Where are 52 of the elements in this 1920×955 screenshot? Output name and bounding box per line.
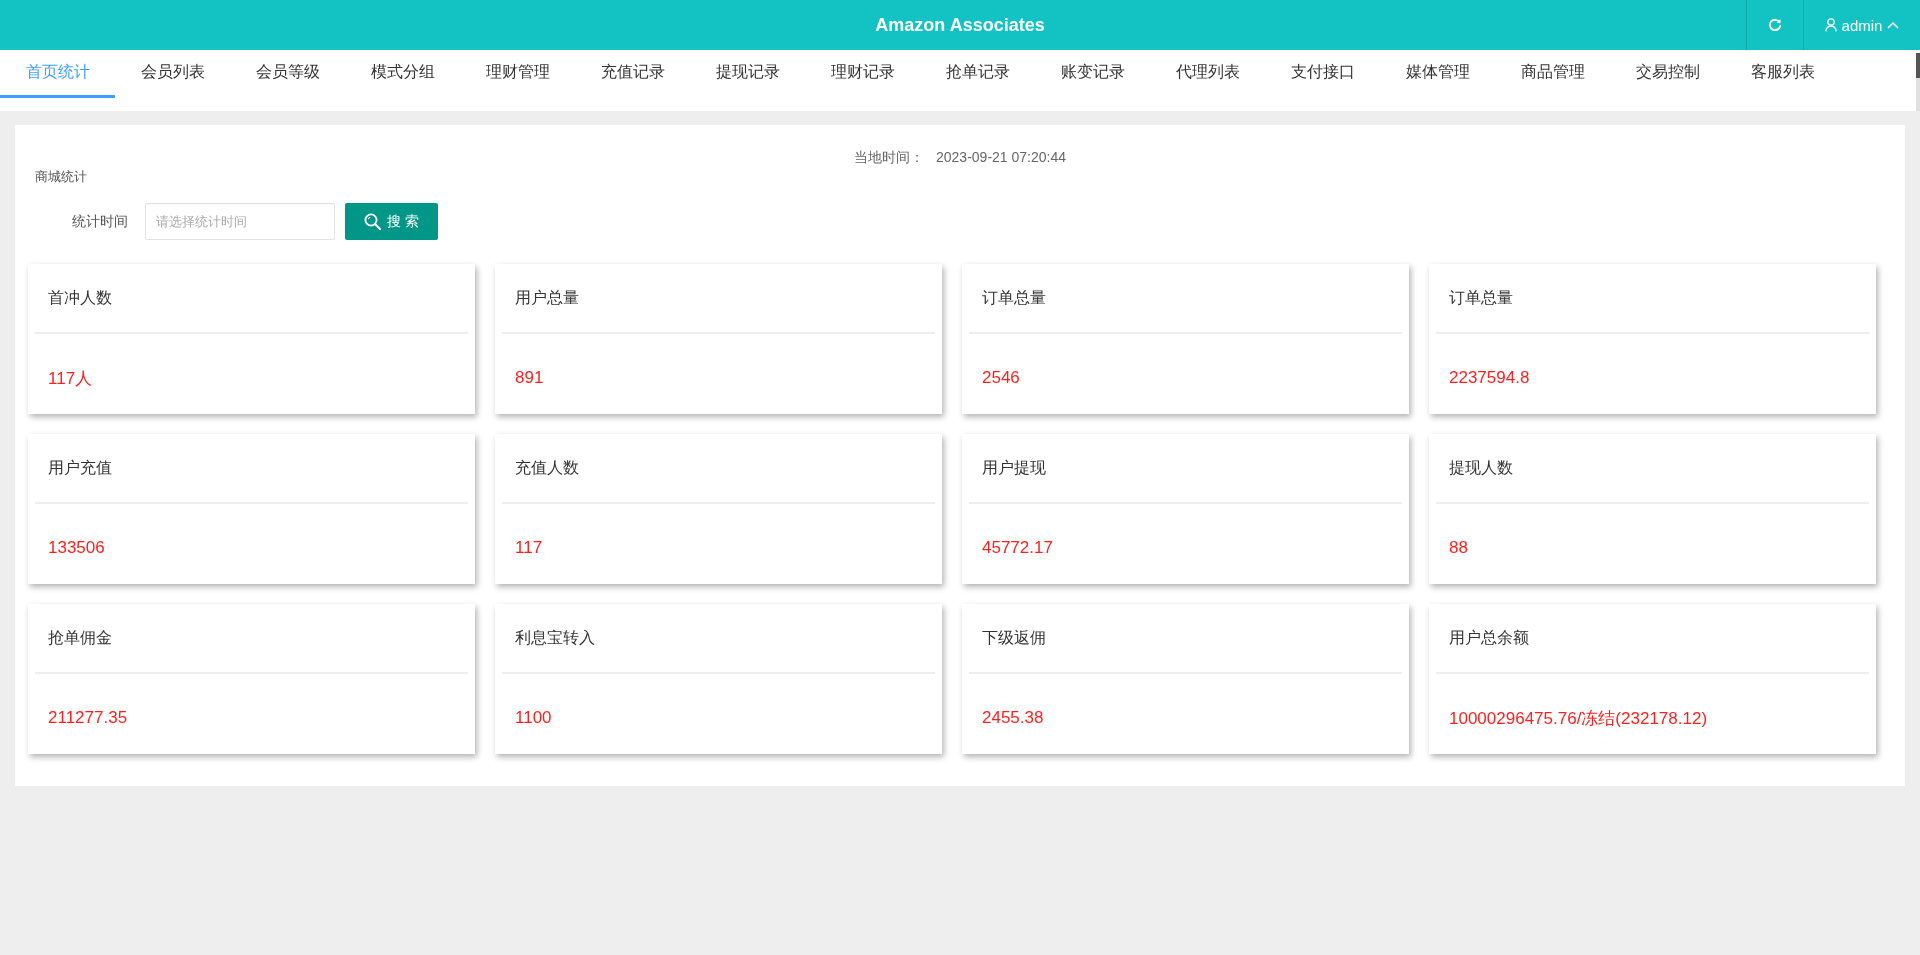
nav-tab[interactable]: 交易控制 — [1610, 50, 1725, 98]
local-time-value: 2023-09-21 07:20:44 — [936, 148, 1066, 167]
stat-title: 用户总余额 — [1449, 627, 1529, 648]
nav-tab[interactable]: 会员等级 — [230, 50, 345, 98]
stat-value: 117 — [515, 538, 543, 558]
stat-title: 抢单佣金 — [48, 627, 112, 648]
stat-title: 首冲人数 — [48, 287, 112, 308]
stat-title: 充值人数 — [515, 457, 579, 478]
stat-title: 用户总量 — [515, 287, 579, 308]
stat-value: 2237594.8 — [1449, 368, 1530, 388]
scrollbar-thumb[interactable] — [1916, 53, 1920, 78]
nav-tab[interactable]: 媒体管理 — [1380, 50, 1495, 98]
nav-tab[interactable]: 提现记录 — [690, 50, 805, 98]
stat-value: 891 — [515, 368, 544, 388]
stat-value: 88 — [1449, 538, 1468, 558]
section-title: 商城统计 — [35, 169, 87, 184]
stat-title: 利息宝转入 — [515, 627, 595, 648]
nav-tab[interactable]: 理财记录 — [805, 50, 920, 98]
stat-value: 10000296475.76/冻结(232178.12) — [1449, 707, 1708, 730]
stat-value: 117人 — [48, 367, 93, 390]
stat-value: 1100 — [515, 708, 552, 728]
nav-tab[interactable]: 支付接口 — [1265, 50, 1380, 98]
stat-title: 订单总量 — [1449, 287, 1513, 308]
stat-value: 2546 — [982, 368, 1020, 388]
nav-tab[interactable]: 账变记录 — [1035, 50, 1150, 98]
search-icon — [364, 213, 382, 230]
stat-value: 211277.35 — [48, 708, 128, 728]
filter-label: 统计时间 — [72, 213, 128, 229]
scrollbar-track[interactable] — [1916, 53, 1920, 111]
nav-tab[interactable]: 抢单记录 — [920, 50, 1035, 98]
chevron-up-icon — [1887, 21, 1900, 29]
nav-tab[interactable]: 理财管理 — [460, 50, 575, 98]
app-title: Amazon Associates — [875, 14, 1045, 36]
stat-title: 订单总量 — [982, 287, 1046, 308]
nav-tab[interactable]: 商品管理 — [1495, 50, 1610, 98]
date-input[interactable]: 请选择统计时间 — [145, 203, 335, 240]
stat-value: 133506 — [48, 538, 105, 558]
stat-title: 下级返佣 — [982, 627, 1046, 648]
stat-value: 45772.17 — [982, 538, 1053, 558]
stat-title: 用户提现 — [982, 457, 1046, 478]
local-time-label: 当地时间： — [854, 148, 924, 167]
search-button[interactable]: 搜 索 — [345, 203, 438, 240]
nav-tab[interactable]: 会员列表 — [115, 50, 230, 98]
stat-title: 提现人数 — [1449, 457, 1513, 478]
nav-tab[interactable]: 充值记录 — [575, 50, 690, 98]
nav-tab[interactable]: 代理列表 — [1150, 50, 1265, 98]
refresh-icon — [1768, 18, 1782, 32]
user-icon — [1824, 18, 1837, 32]
nav-tab[interactable]: 模式分组 — [345, 50, 460, 98]
nav-tab[interactable]: 客服列表 — [1725, 50, 1840, 98]
stat-title: 用户充值 — [48, 457, 112, 478]
stat-value: 2455.38 — [982, 708, 1044, 728]
